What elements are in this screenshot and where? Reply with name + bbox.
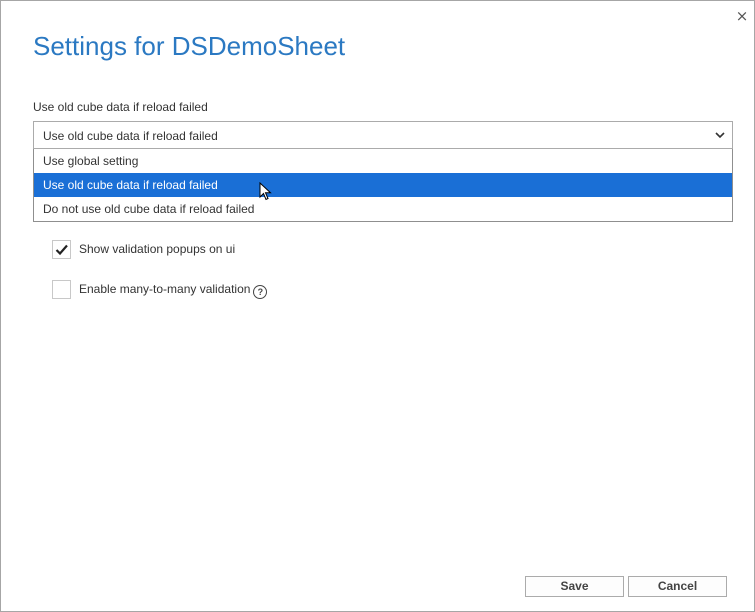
dropdown-option-use-global-setting[interactable]: Use global setting (34, 149, 732, 173)
reload-setting-dropdown-list: Use global setting Use old cube data if … (33, 149, 733, 222)
chevron-down-icon (715, 132, 725, 139)
dropdown-option-use-old-cube-data[interactable]: Use old cube data if reload failed (34, 173, 732, 197)
cancel-button[interactable]: Cancel (628, 576, 727, 597)
validation-popups-checkbox[interactable] (52, 240, 71, 259)
reload-setting-select[interactable]: Use old cube data if reload failed (33, 121, 733, 149)
save-button[interactable]: Save (525, 576, 624, 597)
reload-setting-selected-value: Use old cube data if reload failed (43, 129, 218, 143)
settings-dialog: × Settings for DSDemoSheet Use old cube … (0, 0, 755, 612)
checkmark-icon (55, 244, 68, 256)
many-to-many-checkbox[interactable] (52, 280, 71, 299)
many-to-many-label: Enable many-to-many validation (79, 282, 251, 296)
many-to-many-label-wrapper: Enable many-to-many validation? (79, 282, 268, 299)
dropdown-option-do-not-use-old-cube-data[interactable]: Do not use old cube data if reload faile… (34, 197, 732, 221)
validation-popups-label: Show validation popups on ui (79, 242, 236, 256)
mouse-pointer-icon (259, 182, 272, 201)
close-button[interactable]: × (734, 7, 750, 25)
reload-setting-label: Use old cube data if reload failed (33, 100, 208, 114)
help-icon[interactable]: ? (253, 285, 268, 299)
dialog-title: Settings for DSDemoSheet (33, 31, 346, 61)
close-icon: × (735, 7, 749, 25)
